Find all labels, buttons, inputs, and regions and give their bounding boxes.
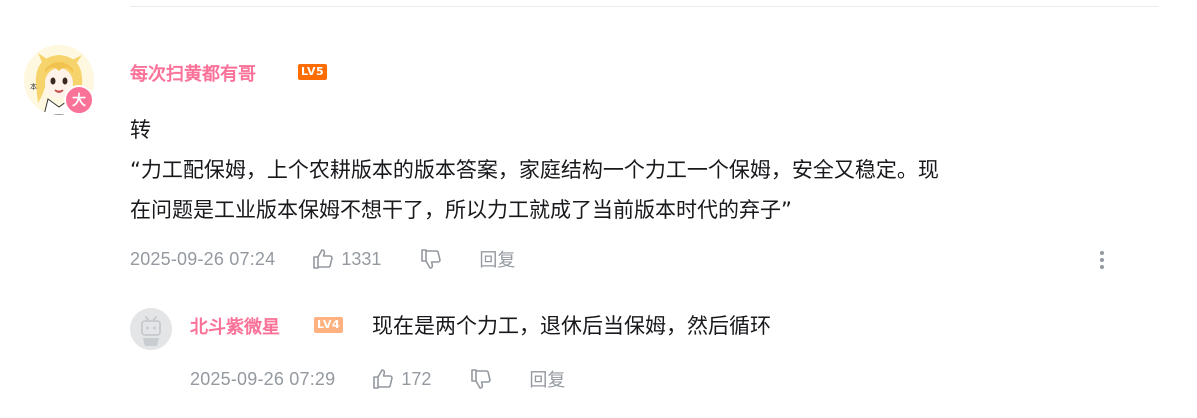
comment-timestamp: 2025-09-26 07:24 xyxy=(130,248,276,269)
vip-badge-icon: 大 xyxy=(64,85,94,115)
comment-meta: 2025-09-26 07:24 1331 回复 xyxy=(130,246,515,272)
thumbs-up-icon xyxy=(311,247,335,271)
like-button[interactable]: 172 xyxy=(371,367,431,391)
comment-line: 转 xyxy=(130,118,151,142)
user-avatar[interactable]: 本 大 xyxy=(24,45,94,115)
level-badge: LV5 xyxy=(298,64,328,80)
comment-line: “力工配保姆，上个农耕版本的版本答案，家庭结构一个力工一个保姆，安全又稳定。现 xyxy=(130,158,939,182)
reply-username[interactable]: 北斗紫微星 xyxy=(190,313,280,339)
comment-line: 在问题是工业版本保姆不想干了，所以力工就成了当前版本时代的弃子” xyxy=(130,198,792,222)
level-badge: LV4 xyxy=(314,317,344,333)
reply-button[interactable]: 回复 xyxy=(479,246,515,272)
reply-avatar[interactable] xyxy=(130,308,172,350)
dislike-button[interactable] xyxy=(419,247,443,271)
default-avatar-icon xyxy=(130,308,172,350)
thumbs-down-icon xyxy=(419,247,443,271)
dislike-button[interactable] xyxy=(469,367,493,391)
like-count: 1331 xyxy=(341,248,382,269)
thumbs-up-icon xyxy=(371,367,395,391)
svg-text:本: 本 xyxy=(30,82,37,91)
divider xyxy=(130,6,1159,7)
comment-section: 本 大 每次扫黄都有哥 LV5 转 “力工配保姆，上个农耕版本的版本答案，家庭结… xyxy=(0,0,1197,418)
reply-meta: 2025-09-26 07:29 172 回复 xyxy=(190,366,565,392)
comment-content: 转 “力工配保姆，上个农耕版本的版本答案，家庭结构一个力工一个保姆，安全又稳定。… xyxy=(130,110,1150,230)
more-vertical-icon[interactable] xyxy=(1093,248,1111,272)
reply-button[interactable]: 回复 xyxy=(529,366,565,392)
thumbs-down-icon xyxy=(469,367,493,391)
like-count: 172 xyxy=(401,368,432,389)
comment-username[interactable]: 每次扫黄都有哥 xyxy=(130,60,256,86)
reply-timestamp: 2025-09-26 07:29 xyxy=(190,368,336,389)
like-button[interactable]: 1331 xyxy=(311,247,381,271)
reply-content: 现在是两个力工，退休后当保姆，然后循环 xyxy=(372,314,771,338)
